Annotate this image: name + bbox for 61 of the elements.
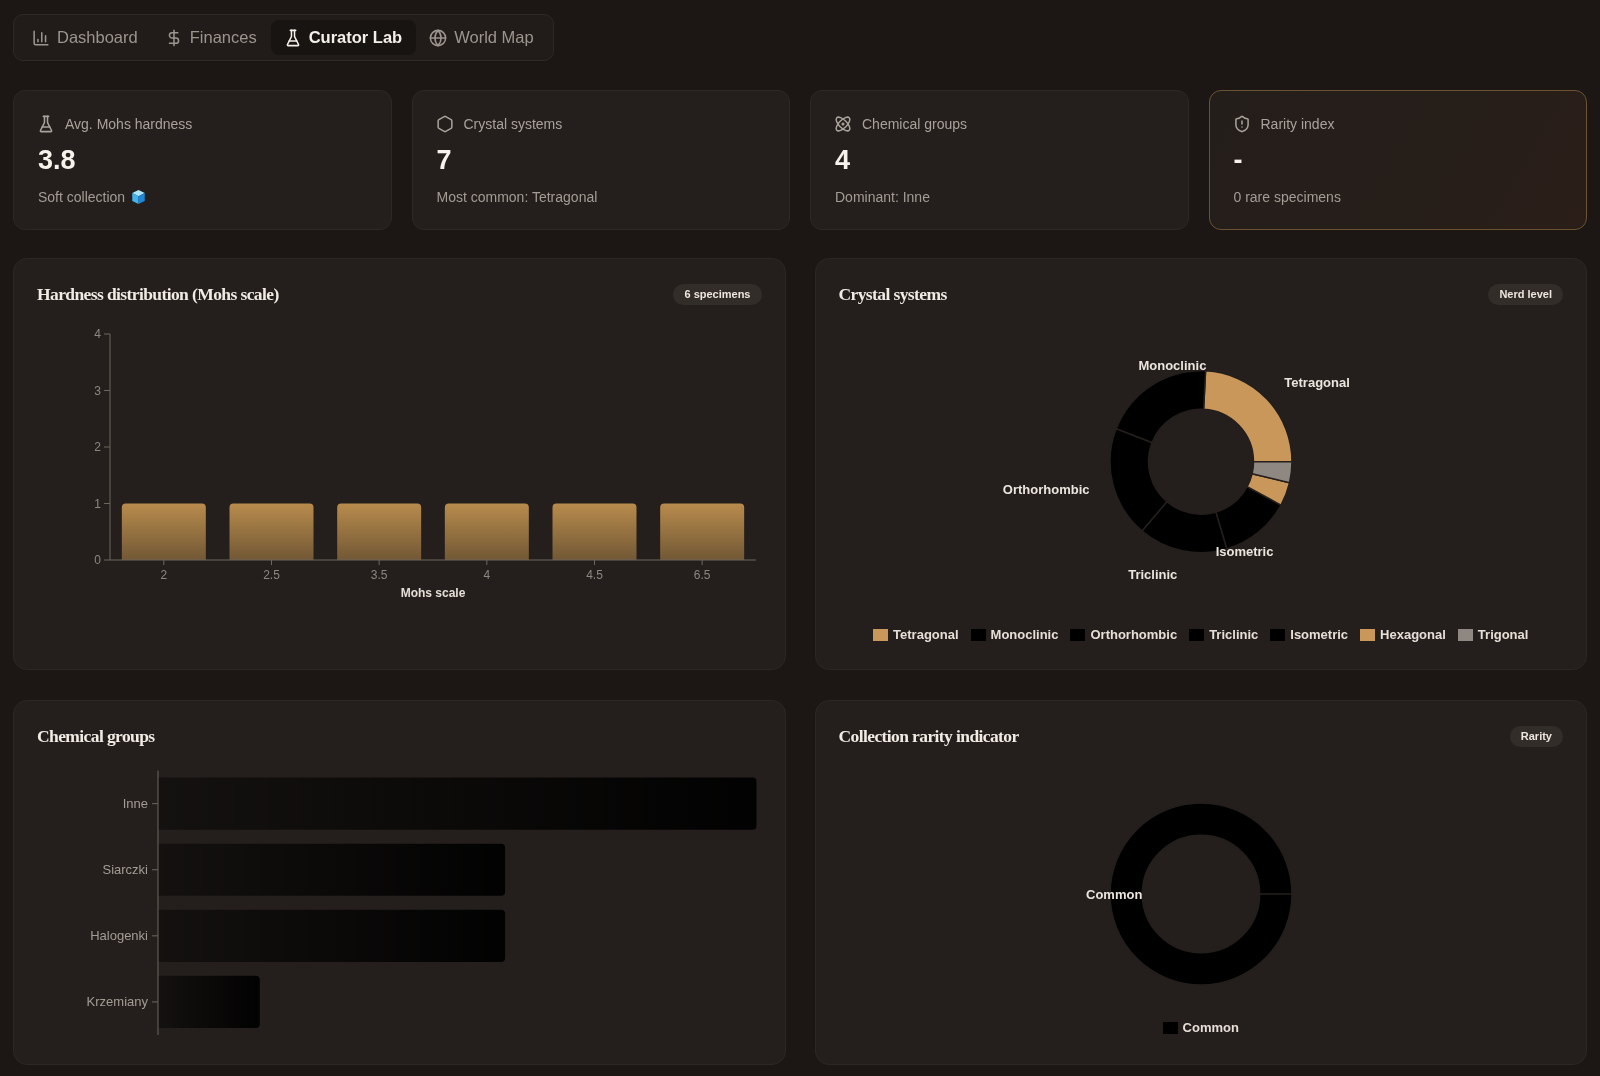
panel-title: Crystal systems [838,283,947,305]
axis-tick-label: 2.5 [263,568,280,582]
slice-label: Orthorhombic [1002,482,1089,498]
stat-value: 4 [835,144,852,176]
legend-label: Monoclinic [990,627,1059,643]
legend-label: Tetragonal [893,627,959,643]
legend-label: Orthorhombic [1090,627,1178,643]
axis-tick-label: 4 [94,327,101,341]
panel-badge: 6 specimens [673,283,762,305]
axis-tick-label: 0 [94,553,101,567]
stat-label: Avg. Mohs hardness [65,115,193,132]
legend-label: Hexagonal [1380,627,1446,643]
axis-tick-label: 4 [483,568,491,582]
axis-tick-label: 6.5 [693,568,711,582]
axis-tick-label: 2 [94,440,101,454]
slice-label: Triclinic [1127,566,1177,582]
stat-value: 3.8 [38,144,77,176]
flask-icon [284,29,301,46]
legend-label: Triclinic [1209,627,1259,643]
atom-icon [835,115,851,132]
panel-title: Collection rarity indicator [838,725,1019,747]
cube-icon [132,190,146,204]
panel-badge: Nerd level [1488,283,1563,305]
panel-title: Chemical groups [37,725,155,747]
axis-tick-label: Siarczki [102,862,148,878]
stat-value: - [1233,144,1244,176]
stat-value: 7 [436,144,453,176]
flask-icon [38,115,54,132]
stat-note: Most common: Tetragonal [436,189,598,205]
nav-tab[interactable]: Finances [151,20,271,55]
panel-badge: Rarity [1509,725,1563,747]
axis-tick-label: Krzemiany [86,994,148,1010]
axis-tick-label: Inne [122,796,148,812]
axis-tick-label: 3.5 [370,568,388,582]
legend-label: Common [1182,1020,1239,1036]
stat-label: Rarity index [1260,115,1335,132]
nav-tab[interactable]: Curator Lab [270,20,417,55]
bar-chart-icon [33,29,49,46]
shield-alert-icon [1233,115,1250,132]
axis-tick-label: 3 [94,383,101,398]
axis-tick-label: 4.5 [586,568,603,582]
stat-label: Chemical groups [862,115,968,132]
stat-note: 0 rare specimens [1233,189,1341,205]
stat-note: Soft collection [38,189,126,205]
globe-icon [430,29,447,46]
slice-label: Isometric [1215,543,1273,559]
legend-label: Isometric [1290,627,1349,643]
nav-tab[interactable]: Dashboard [19,20,152,55]
slice-label: Monoclinic [1137,357,1206,373]
nav-tab[interactable]: World Map [416,20,548,55]
slice-label: Common [1085,886,1142,902]
axis-tick-label: 1 [94,496,101,511]
axis-title: Mohs scale [400,586,466,600]
stat-note: Dominant: Inne [835,189,930,205]
axis-tick-label: 2 [160,568,168,582]
legend-label: Trigonal [1477,627,1529,643]
panel-title: Hardness distribution (Mohs scale) [37,283,279,305]
stat-label: Crystal systems [463,115,563,132]
hexagon-icon [436,115,453,132]
slice-label: Tetragonal [1283,374,1350,390]
axis-tick-label: Halogenki [90,928,148,944]
